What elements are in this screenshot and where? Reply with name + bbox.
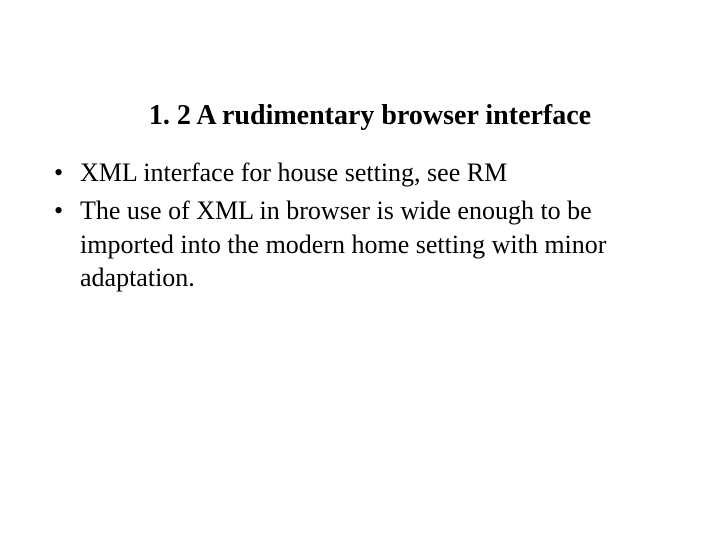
- bullet-text: XML interface for house setting, see RM: [80, 156, 680, 190]
- list-item: • XML interface for house setting, see R…: [50, 156, 680, 190]
- bullet-icon: •: [50, 156, 80, 190]
- list-item: • The use of XML in browser is wide enou…: [50, 194, 680, 295]
- bullet-icon: •: [50, 194, 80, 228]
- slide-heading: 1. 2 A rudimentary browser interface: [40, 100, 680, 132]
- bullet-list: • XML interface for house setting, see R…: [40, 156, 680, 295]
- bullet-text: The use of XML in browser is wide enough…: [80, 194, 680, 295]
